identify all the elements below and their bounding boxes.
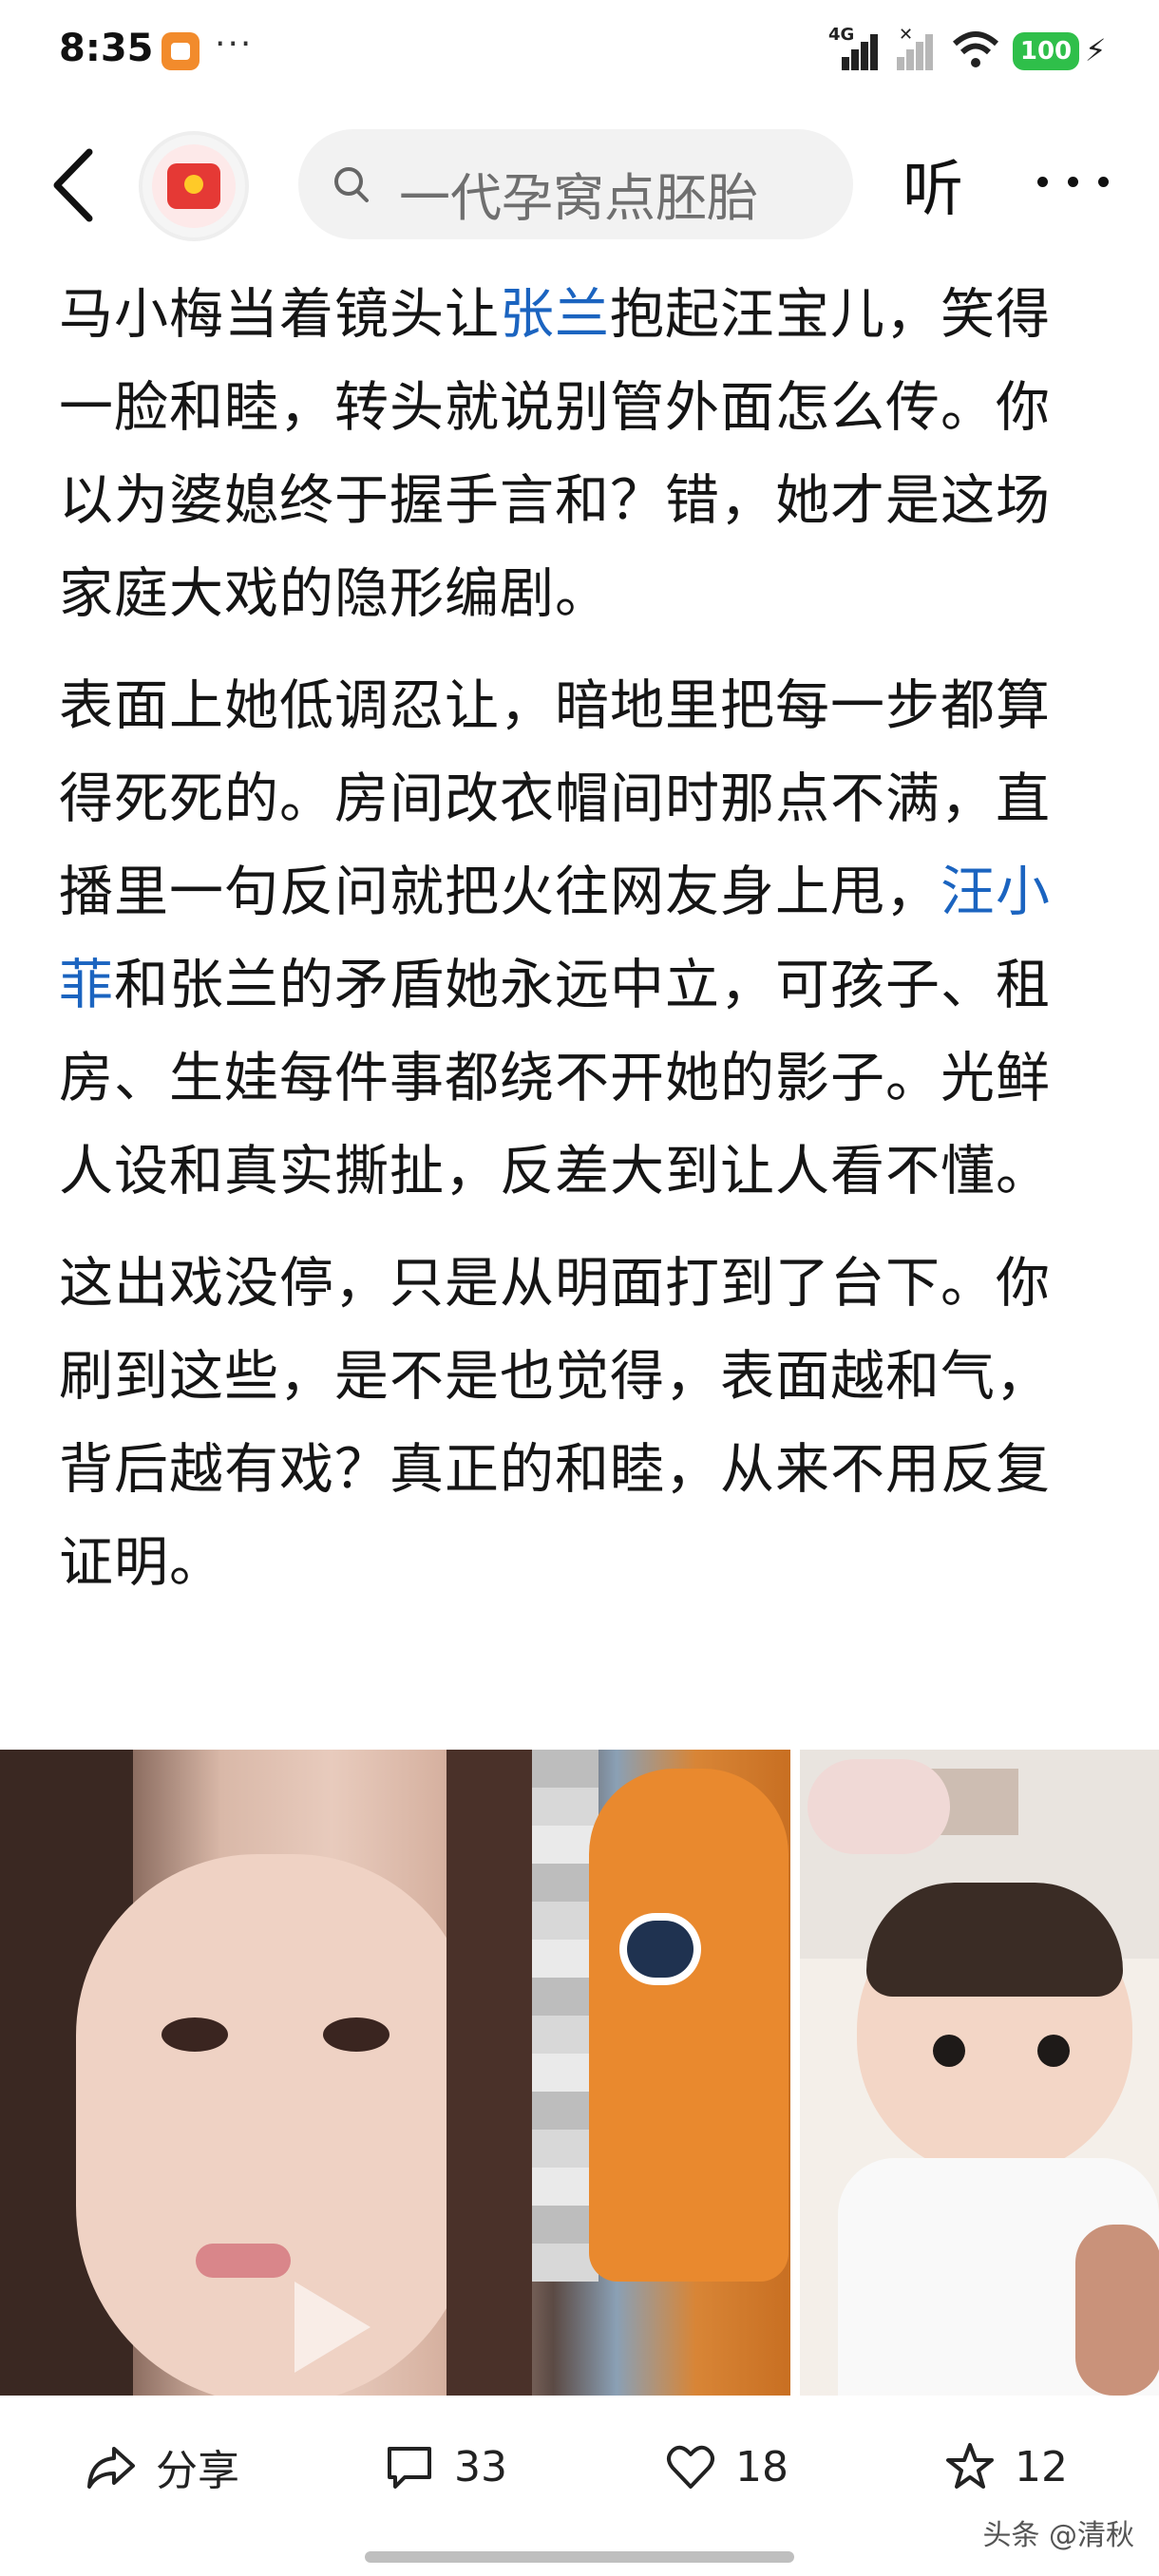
- share-label: 分享: [156, 2447, 239, 2495]
- favorite-button[interactable]: 12: [944, 2434, 1068, 2500]
- paragraph: 马小梅当着镜头让张兰抱起汪宝儿，笑得一脸和睦，转头就说别管外面怎么传。你以为婆媳…: [59, 283, 1051, 625]
- status-bar: 8:35 ··· 4G ✕ 100 ⚡: [0, 0, 1159, 104]
- more-icon[interactable]: [1036, 154, 1112, 211]
- bottom-action-bar: 分享 33 18 12 头条 @清秋: [0, 2396, 1159, 2576]
- play-icon[interactable]: [294, 2282, 370, 2373]
- listen-button[interactable]: 听: [902, 141, 963, 228]
- share-button[interactable]: 分享: [86, 2434, 239, 2500]
- comment-button[interactable]: 33: [384, 2434, 507, 2500]
- comment-icon: [388, 2447, 431, 2489]
- search-icon: [332, 165, 370, 203]
- comment-count: 33: [454, 2442, 507, 2491]
- search-placeholder: 一代孕窝点胚胎: [399, 168, 758, 228]
- app-notification-icon: [162, 32, 200, 70]
- signal-icon: 4G: [828, 25, 878, 70]
- article-image-video[interactable]: [0, 1750, 790, 2396]
- paragraph: 表面上她低调忍让，暗地里把每一步都算得死死的。房间改衣帽间时那点不满，直播里一句…: [59, 674, 1051, 1203]
- status-more-icon: ···: [215, 25, 254, 64]
- network-type: 4G: [828, 25, 855, 45]
- search-input[interactable]: 一代孕窝点胚胎: [298, 129, 853, 239]
- charging-icon: ⚡: [1085, 32, 1107, 68]
- article-body: 马小梅当着镜头让张兰抱起汪宝儿，笑得一脸和睦，转头就说别管外面怎么传。你以为婆媳…: [59, 268, 1104, 1628]
- share-icon: [87, 2447, 135, 2489]
- cartoon-bear-figure: [589, 1769, 788, 2282]
- status-time: 8:35: [59, 27, 154, 70]
- like-button[interactable]: 18: [665, 2434, 788, 2500]
- home-indicator[interactable]: [365, 2551, 794, 2563]
- favorite-count: 12: [1015, 2442, 1068, 2491]
- heart-icon: [667, 2445, 714, 2489]
- signal-muted-icon: ✕: [893, 25, 939, 70]
- star-icon: [946, 2443, 994, 2489]
- woman-face-photo: [76, 1854, 475, 2396]
- article-image-baby[interactable]: [800, 1750, 1159, 2396]
- wifi-icon: [952, 28, 999, 70]
- link-zhang-lan[interactable]: 张兰: [500, 283, 610, 346]
- battery-icon: 100: [1013, 32, 1079, 70]
- watermark: 头条 @清秋: [982, 2519, 1134, 2552]
- like-count: 18: [735, 2442, 788, 2491]
- paragraph: 这出戏没停，只是从明面打到了台下。你刷到这些，是不是也觉得，表面越和气，背后越有…: [59, 1252, 1051, 1594]
- back-arrow-icon[interactable]: [46, 142, 103, 228]
- red-envelope-icon[interactable]: [142, 135, 245, 237]
